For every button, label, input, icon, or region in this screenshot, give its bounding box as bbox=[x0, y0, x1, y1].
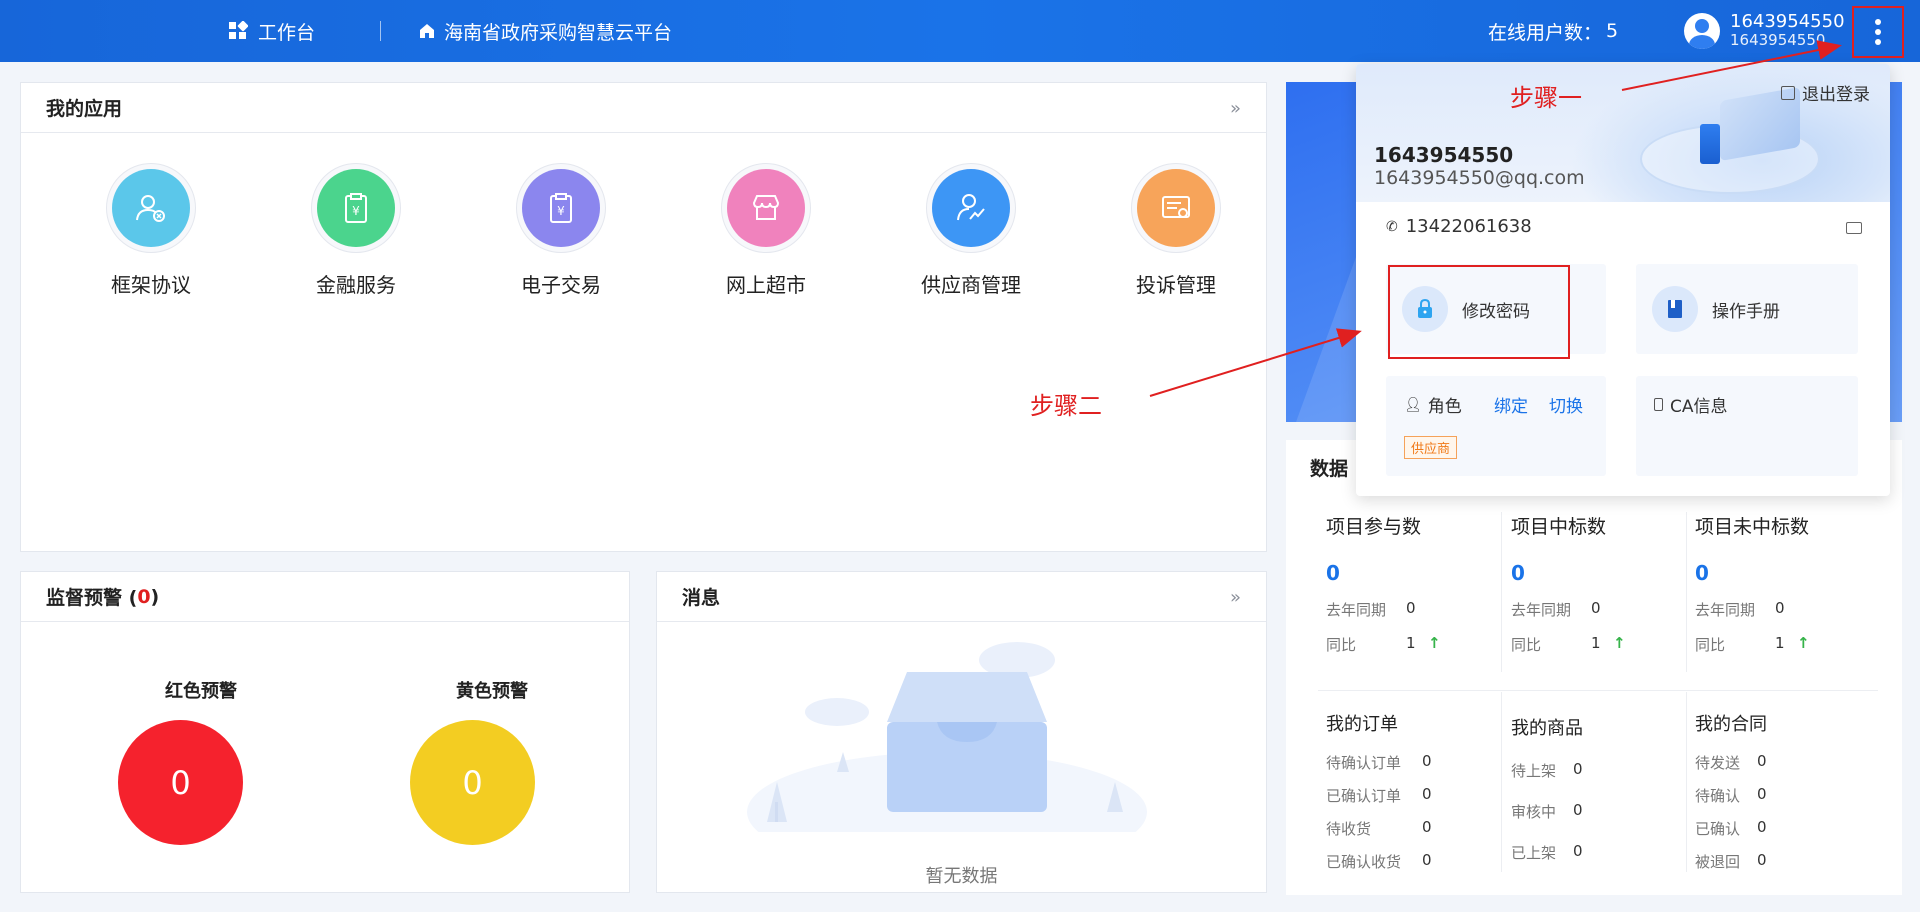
arrow-step-one bbox=[1621, 40, 1842, 91]
arrow-step-two bbox=[1149, 328, 1362, 397]
annotation-arrows bbox=[1149, 40, 1842, 397]
